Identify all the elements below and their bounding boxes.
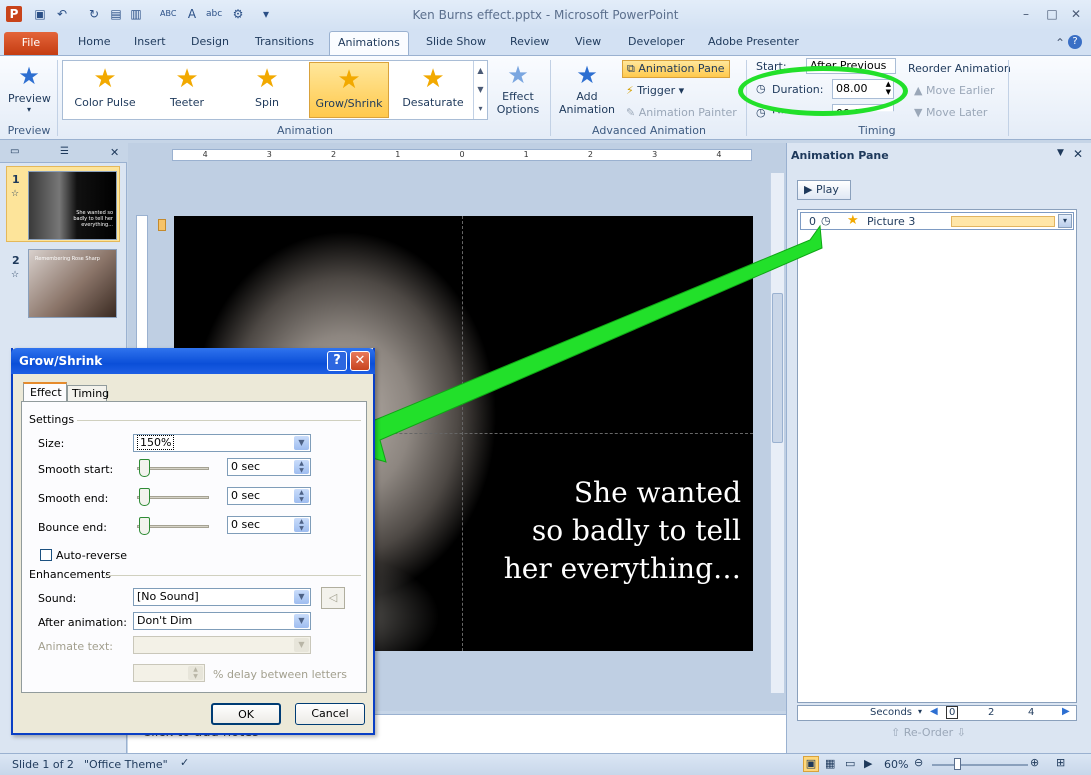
slider-thumb[interactable] [139, 488, 150, 506]
slider-thumb[interactable] [139, 459, 150, 477]
ok-button[interactable]: OK [211, 703, 281, 725]
spinner-icon[interactable]: ▲ ▼ [188, 666, 203, 680]
spinner-icon[interactable]: ▲ ▼ [294, 489, 309, 503]
divider [105, 575, 361, 576]
smooth-end-label: Smooth end: [38, 492, 109, 505]
slider-thumb[interactable] [139, 517, 150, 535]
smooth-start-input[interactable]: 0 sec ▲ ▼ [227, 458, 311, 476]
auto-reverse-checkbox[interactable] [40, 549, 52, 561]
dialog-title: Grow/Shrink [19, 354, 103, 368]
size-label: Size: [38, 437, 65, 450]
smooth-end-input[interactable]: 0 sec ▲ ▼ [227, 487, 311, 505]
bounce-end-slider[interactable] [137, 517, 209, 535]
chevron-down-icon: ▼ [294, 638, 309, 652]
spinner-icon[interactable]: ▲ ▼ [294, 518, 309, 532]
speaker-icon[interactable]: ◁ [321, 587, 345, 609]
green-arrow [316, 224, 823, 463]
sound-label: Sound: [38, 592, 77, 605]
bounce-end-label: Bounce end: [38, 521, 107, 534]
after-animation-select[interactable]: Don't Dim ▼ [133, 612, 311, 630]
after-animation-label: After animation: [38, 616, 127, 629]
settings-header: Settings [29, 413, 75, 426]
smooth-end-value: 0 sec [231, 489, 261, 502]
bounce-end-value: 0 sec [231, 518, 261, 531]
animate-text-label: Animate text: [38, 640, 114, 653]
dialog-title-bar: Grow/Shrink ? ✕ [11, 348, 375, 374]
close-icon[interactable]: ✕ [350, 351, 370, 371]
divider [77, 420, 361, 421]
spinner-icon[interactable]: ▲ ▼ [294, 460, 309, 474]
help-icon[interactable]: ? [327, 351, 347, 371]
chevron-down-icon: ▼ [294, 614, 309, 628]
grow-shrink-dialog: Grow/Shrink ? ✕ Effect Timing Settings S… [11, 348, 375, 735]
smooth-start-slider[interactable] [137, 459, 209, 477]
tab-timing[interactable]: Timing [67, 385, 109, 402]
cancel-button[interactable]: Cancel [295, 703, 365, 725]
size-select[interactable]: 150% ▼ [133, 434, 311, 452]
smooth-start-label: Smooth start: [38, 463, 114, 476]
delay-letters-input[interactable]: ▲ ▼ [133, 664, 205, 682]
animate-text-select[interactable]: ▼ [133, 636, 311, 654]
enhancements-header: Enhancements [29, 568, 111, 581]
tab-effect[interactable]: Effect [23, 382, 67, 402]
delay-letters-label: % delay between letters [213, 668, 348, 681]
smooth-end-slider[interactable] [137, 488, 209, 506]
chevron-down-icon: ▼ [294, 590, 309, 604]
chevron-down-icon: ▼ [294, 436, 309, 450]
bounce-end-input[interactable]: 0 sec ▲ ▼ [227, 516, 311, 534]
sound-select[interactable]: [No Sound] ▼ [133, 588, 311, 606]
auto-reverse-label: Auto-reverse [56, 549, 128, 562]
smooth-start-value: 0 sec [231, 460, 261, 473]
size-value: 150% [137, 435, 175, 450]
sound-value: [No Sound] [137, 590, 199, 603]
after-animation-value: Don't Dim [137, 614, 193, 627]
